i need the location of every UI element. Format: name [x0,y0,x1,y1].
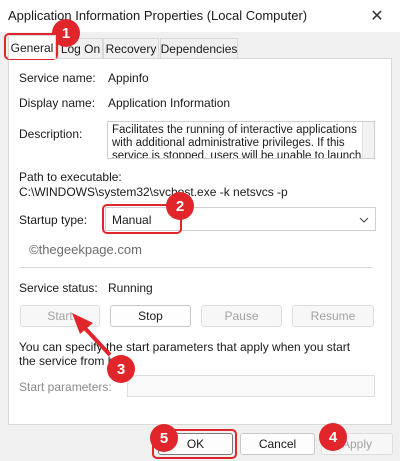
close-button[interactable]: ✕ [354,0,400,32]
cancel-button[interactable]: Cancel [240,433,315,455]
description-text: Facilitates the running of interactive a… [112,124,362,159]
description-scrollbar[interactable] [362,122,374,158]
description-box[interactable]: Facilitates the running of interactive a… [107,121,375,159]
window-title: Application Information Properties (Loca… [8,8,308,23]
chevron-down-icon [359,217,369,223]
close-icon: ✕ [370,8,384,25]
start-button[interactable]: Start [20,305,100,327]
description-label: Description: [19,127,83,141]
pause-button[interactable]: Pause [201,305,282,327]
start-params-hint: You can specify the start parameters tha… [19,340,351,368]
service-name-value: Appinfo [108,71,149,85]
watermark-text: ©thegeekpage.com [29,242,142,257]
tab-recovery[interactable]: Recovery [103,38,159,58]
path-label: Path to executable: [19,170,122,184]
service-status-label: Service status: [19,281,98,295]
stop-button[interactable]: Stop [110,305,191,327]
tab-general[interactable]: General [8,35,56,59]
startup-type-select[interactable]: Manual [105,207,376,231]
start-params-input[interactable] [127,375,375,397]
service-name-label: Service name: [19,71,96,85]
display-name-value: Application Information [108,96,231,110]
resume-button[interactable]: Resume [292,305,374,327]
watermark: ©thegeekpage.com [29,242,142,257]
annotation-badge-4: 4 [319,423,347,451]
startup-type-value: Manual [112,213,152,227]
divider [19,267,373,268]
start-params-label: Start parameters: [19,380,112,394]
annotation-badge-1: 1 [52,19,80,47]
tab-dependencies[interactable]: Dependencies [160,38,238,58]
annotation-badge-5: 5 [150,424,178,452]
path-value: C:\WINDOWS\system32\svchost.exe -k netsv… [19,185,288,199]
service-status-value: Running [108,281,153,295]
annotation-badge-3: 3 [107,355,135,383]
startup-type-label: Startup type: [19,213,88,227]
display-name-label: Display name: [19,96,96,110]
annotation-badge-2: 2 [166,192,194,220]
